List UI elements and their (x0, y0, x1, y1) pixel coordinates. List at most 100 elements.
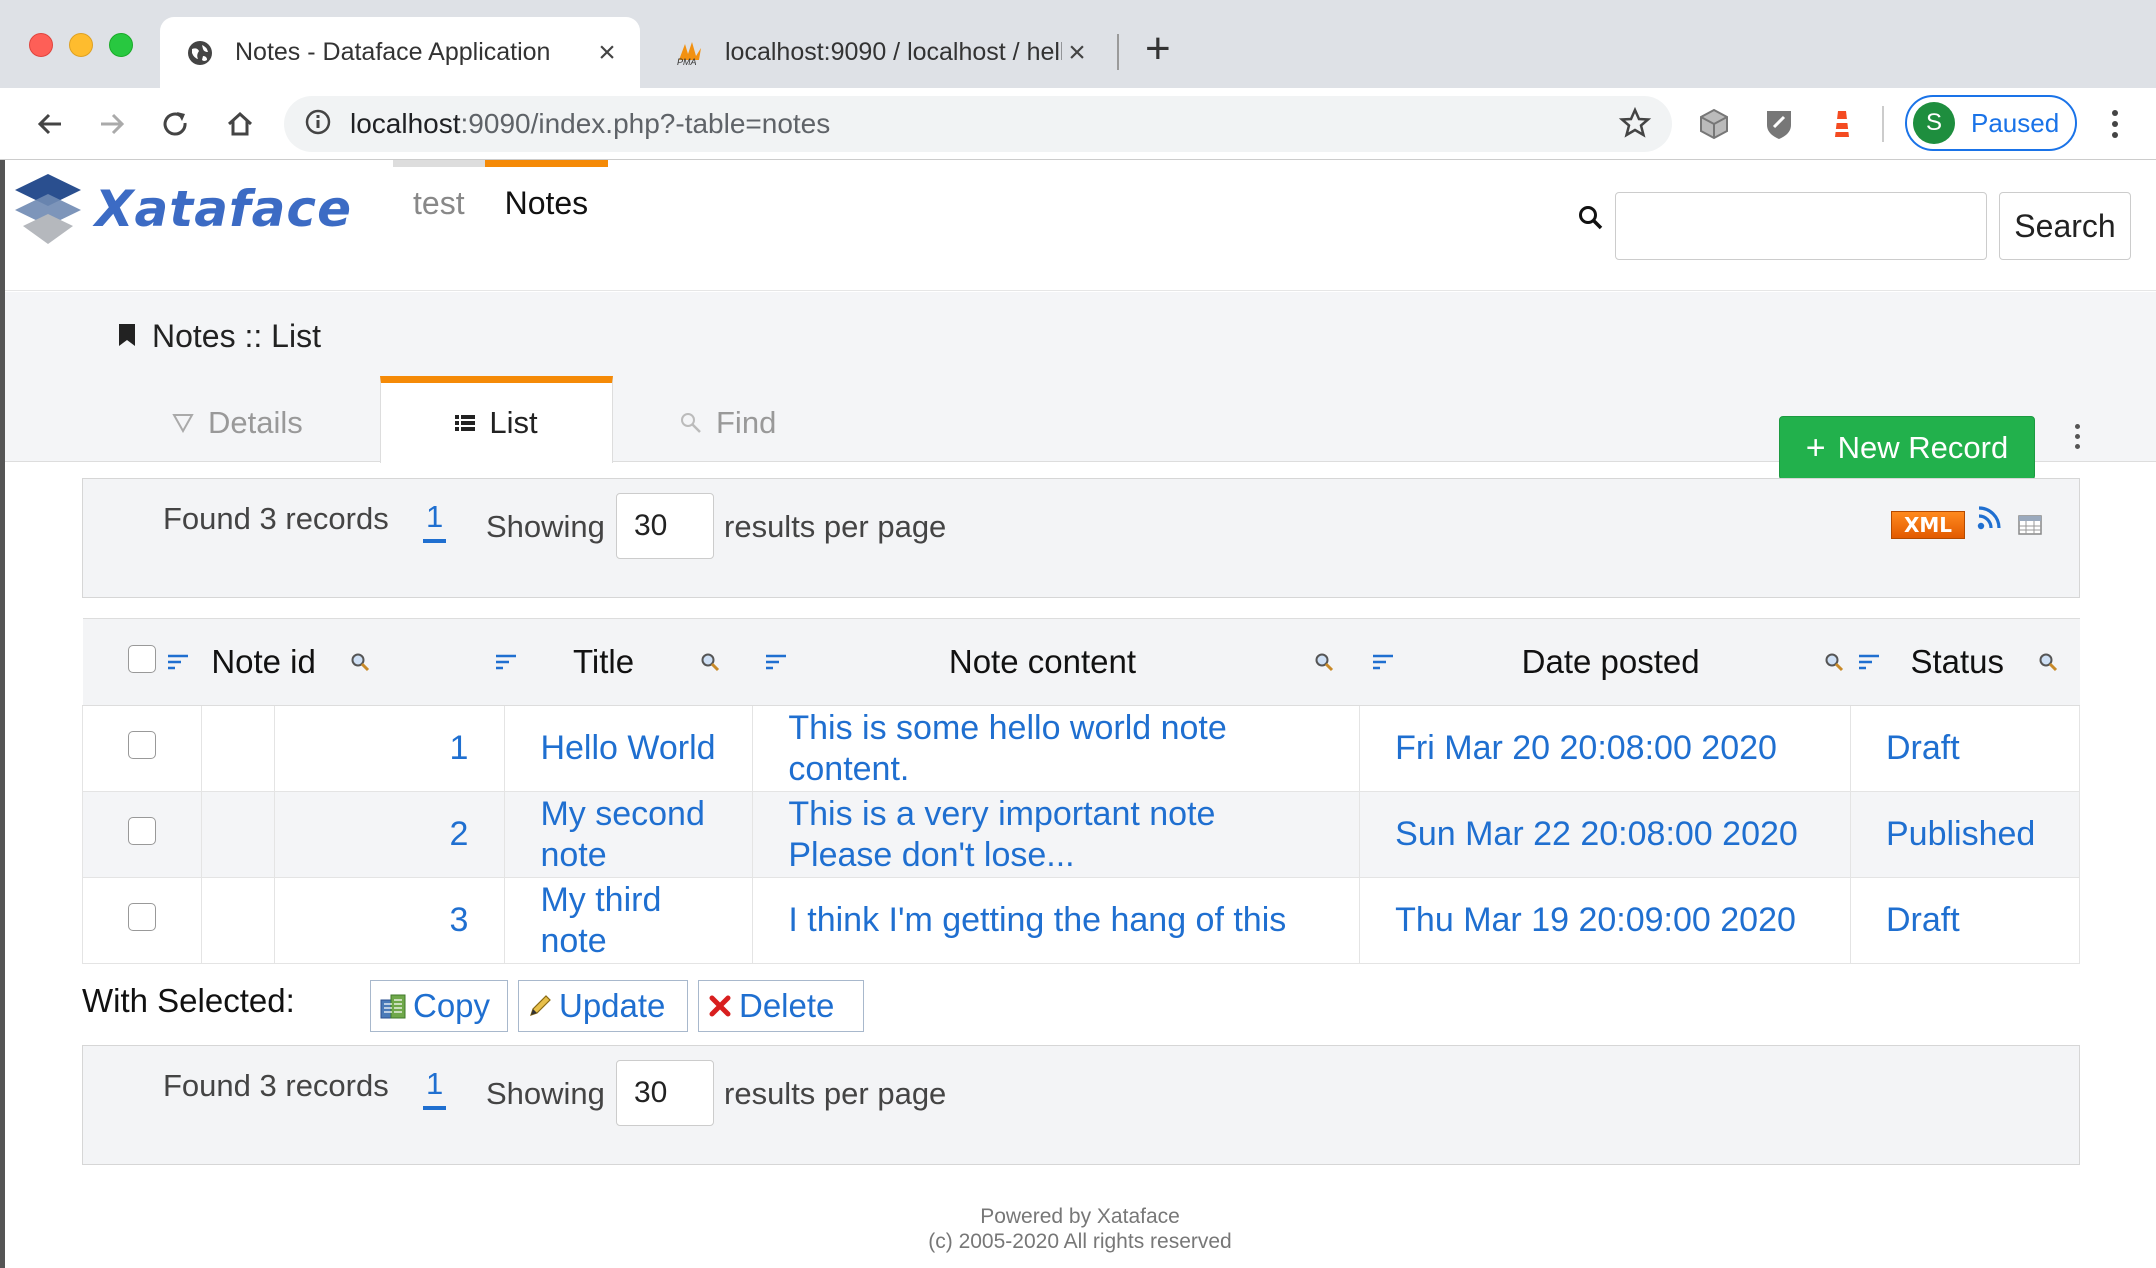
copy-button[interactable]: Copy (370, 980, 508, 1032)
xataface-logo[interactable]: Xataface (13, 172, 352, 246)
extension-cube-icon[interactable] (1692, 102, 1736, 146)
info-icon[interactable] (304, 108, 332, 141)
page-link[interactable]: 1 (423, 1066, 447, 1110)
table-export-icon[interactable] (2018, 515, 2042, 540)
browser-tab-notes[interactable]: Notes - Dataface Application × (160, 17, 640, 88)
new-record-button[interactable]: + New Record (1779, 416, 2035, 480)
cell-content[interactable]: This is some hello world note content. (752, 705, 1361, 792)
minimize-window-button[interactable] (69, 33, 93, 57)
col-note-content[interactable]: Note content (752, 618, 1360, 706)
new-record-label: New Record (1837, 430, 2009, 465)
per-page-suffix: results per page (724, 1076, 947, 1111)
home-icon[interactable] (218, 102, 262, 146)
results-bar-top: Found 3 records 1 Showing 30 results per… (82, 478, 2080, 598)
address-bar[interactable]: localhost:9090/index.php?-table=notes (284, 96, 1672, 152)
row-checkbox[interactable] (127, 903, 156, 931)
avatar: S (1913, 102, 1955, 144)
column-search-icon[interactable] (2038, 652, 2058, 672)
svg-text:PMA: PMA (677, 57, 697, 66)
row-select-cell (82, 791, 202, 878)
table-row[interactable]: 3 My third note I think I'm getting the … (82, 877, 2081, 964)
tab-details[interactable]: Details (172, 384, 303, 462)
tab-title: localhost:9090 / localhost / hello (725, 38, 1062, 66)
new-tab-button[interactable]: + (1145, 24, 1171, 74)
list-icon (455, 414, 476, 432)
cell-status[interactable]: Draft (1849, 705, 2081, 792)
row-checkbox[interactable] (127, 817, 156, 845)
cell-note-id[interactable]: 3 (273, 877, 506, 964)
sort-icon[interactable] (1858, 654, 1880, 670)
xataface-logo-icon (15, 174, 81, 244)
cell-content[interactable]: This is a very important note Please don… (752, 791, 1361, 878)
close-tab-icon[interactable]: × (592, 36, 622, 70)
cell-status[interactable]: Draft (1849, 877, 2081, 964)
tab-find[interactable]: Find (680, 384, 776, 462)
close-tab-icon[interactable]: × (1062, 36, 1092, 70)
col-status[interactable]: Status (1850, 618, 2080, 706)
column-search-icon[interactable] (1824, 652, 1844, 672)
row-spacer-cell (200, 877, 275, 964)
per-page-suffix: results per page (724, 509, 947, 544)
row-spacer-cell (200, 791, 275, 878)
column-search-icon[interactable] (350, 652, 370, 672)
more-actions-icon[interactable] (2071, 424, 2083, 464)
row-checkbox[interactable] (127, 731, 156, 759)
phpmyadmin-icon: PMA (675, 38, 705, 68)
cell-note-id[interactable]: 2 (273, 791, 506, 878)
plus-icon: + (1805, 428, 1826, 467)
extension-shield-icon[interactable] (1757, 102, 1801, 146)
column-search-icon[interactable] (1314, 652, 1334, 672)
browser-tab-phpmyadmin[interactable]: PMA localhost:9090 / localhost / hello × (650, 17, 1110, 88)
pencil-icon (527, 993, 553, 1019)
column-search-icon[interactable] (700, 652, 720, 672)
per-page-input[interactable]: 30 (616, 1060, 714, 1126)
forward-icon[interactable] (90, 102, 134, 146)
maximize-window-button[interactable] (109, 33, 133, 57)
rss-icon[interactable] (1976, 505, 2002, 536)
cell-status[interactable]: Published (1849, 791, 2081, 878)
page-link[interactable]: 1 (423, 499, 447, 543)
cell-title[interactable]: Hello World (504, 705, 754, 792)
cell-date[interactable]: Sun Mar 22 20:08:00 2020 (1359, 791, 1851, 878)
top-nav: test Notes (393, 160, 609, 240)
sort-icon[interactable] (167, 654, 189, 670)
reload-icon[interactable] (154, 102, 198, 146)
col-note-id[interactable]: Note id (168, 618, 505, 706)
browser-chrome: Notes - Dataface Application × PMA local… (0, 0, 2156, 160)
profile-button[interactable]: S Paused (1905, 95, 2077, 151)
delete-x-icon (707, 993, 733, 1019)
browser-menu-icon[interactable] (2100, 102, 2130, 146)
cell-date[interactable]: Fri Mar 20 20:08:00 2020 (1359, 705, 1851, 792)
back-icon[interactable] (28, 102, 72, 146)
per-page-input[interactable]: 30 (616, 493, 714, 559)
col-title[interactable]: Title (495, 618, 753, 706)
select-all-checkbox[interactable] (127, 645, 156, 673)
nav-item-test[interactable]: test (393, 160, 485, 240)
sort-icon[interactable] (495, 654, 517, 670)
xml-export-icon[interactable]: XML (1891, 511, 1965, 539)
showing-label: Showing (486, 509, 605, 544)
delete-button[interactable]: Delete (698, 980, 864, 1032)
tab-list[interactable]: List (380, 376, 613, 463)
sort-icon[interactable] (765, 654, 787, 670)
col-date-posted[interactable]: Date posted (1359, 618, 1851, 706)
tab-strip: Notes - Dataface Application × PMA local… (0, 0, 2156, 88)
cell-title[interactable]: My third note (504, 877, 754, 964)
col-header-label: Date posted (1521, 643, 1700, 680)
table-row[interactable]: 2 My second note This is a very importan… (82, 791, 2081, 878)
search-input[interactable] (1615, 192, 1987, 260)
update-button[interactable]: Update (518, 980, 688, 1032)
nav-item-notes[interactable]: Notes (484, 160, 609, 240)
bookmark-star-icon[interactable] (1618, 106, 1652, 145)
sort-icon[interactable] (1372, 654, 1394, 670)
cell-title[interactable]: My second note (504, 791, 754, 878)
cell-date[interactable]: Thu Mar 19 20:09:00 2020 (1359, 877, 1851, 964)
extension-lighthouse-icon[interactable] (1820, 102, 1864, 146)
magnifier-icon (680, 412, 702, 434)
cell-note-id[interactable]: 1 (273, 705, 506, 792)
cell-content[interactable]: I think I'm getting the hang of this (752, 877, 1361, 964)
table-row[interactable]: 1 Hello World This is some hello world n… (82, 705, 2081, 792)
search-button[interactable]: Search (1999, 192, 2131, 260)
app-header: Xataface test Notes Search (5, 160, 2156, 291)
close-window-button[interactable] (29, 33, 53, 57)
